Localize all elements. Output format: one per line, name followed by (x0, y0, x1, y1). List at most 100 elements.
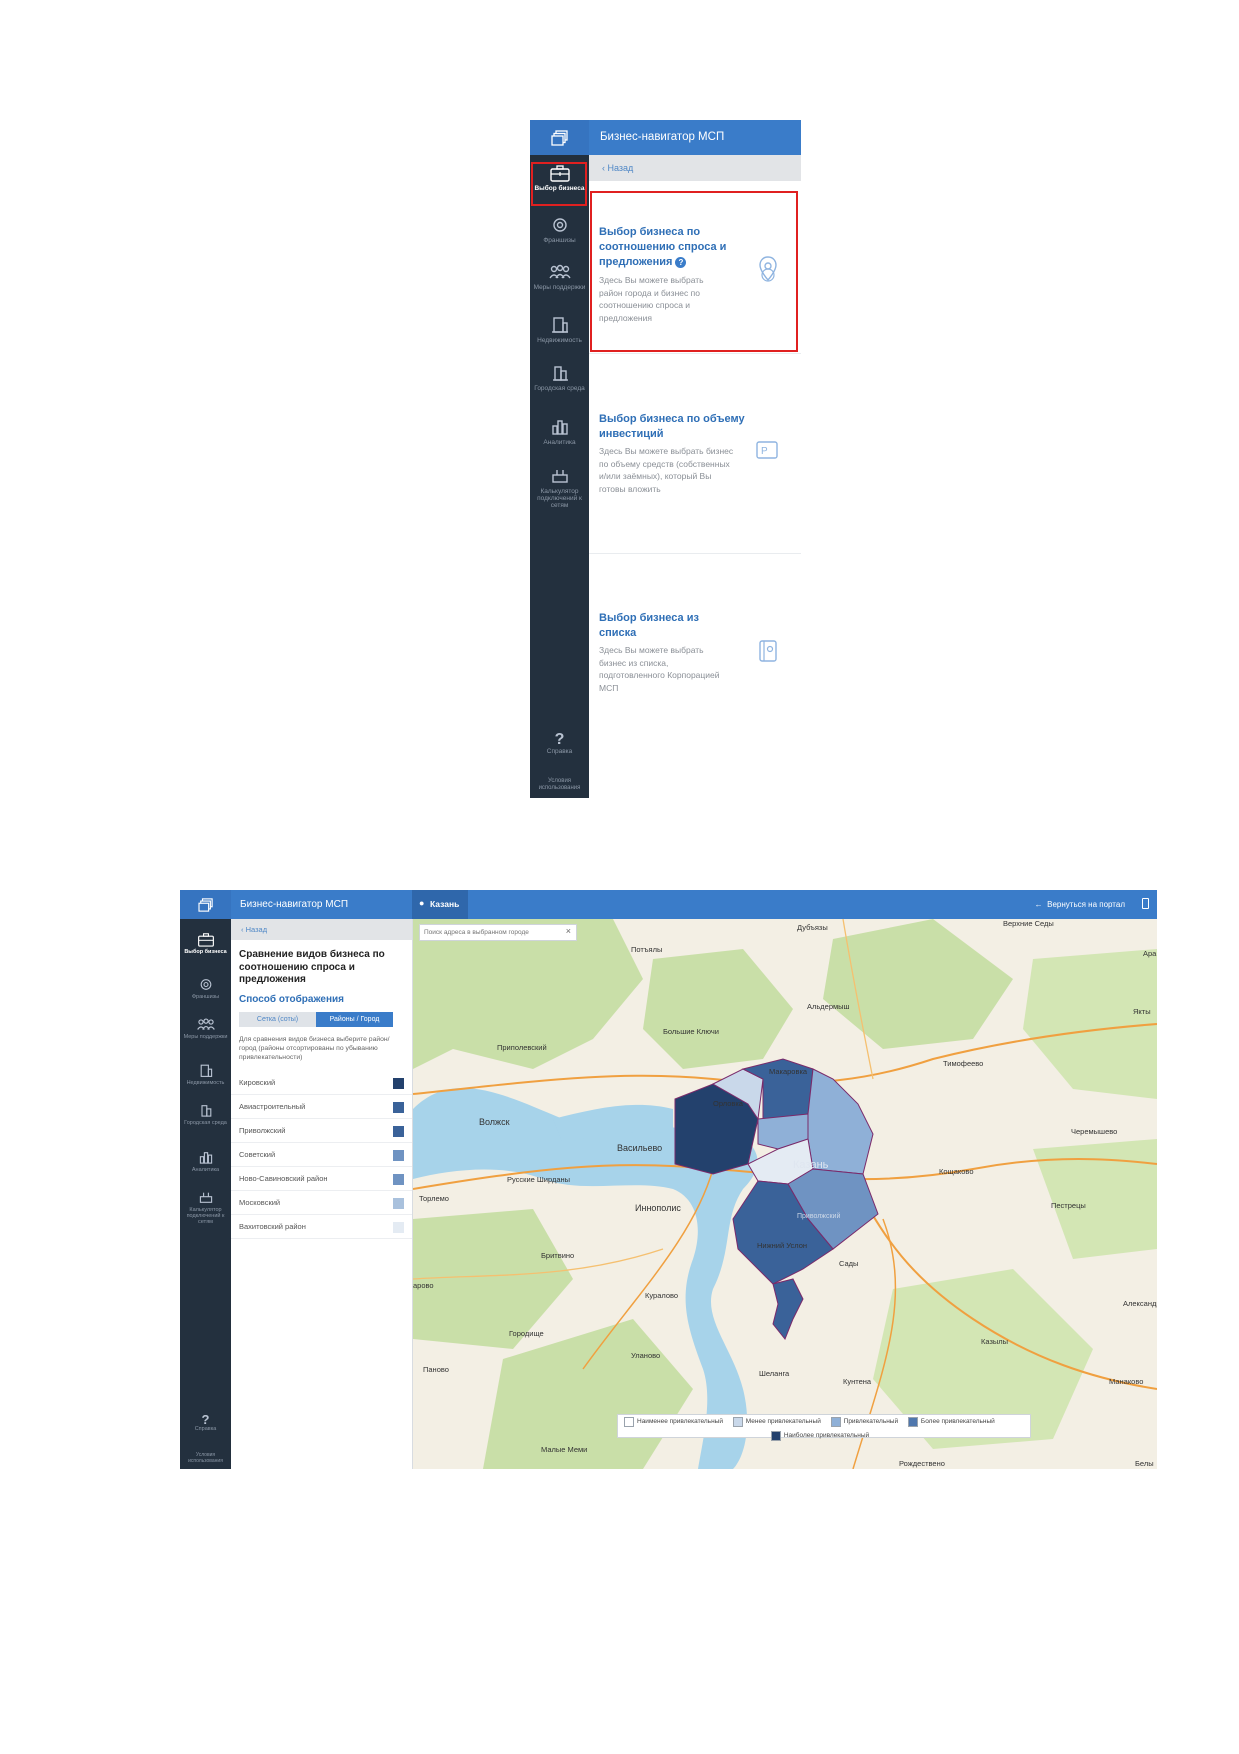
nav-item-terms[interactable]: Условия использования (180, 1452, 231, 1464)
building-icon (200, 1064, 212, 1077)
address-search-input[interactable] (424, 926, 559, 939)
question-mark-icon: ? (554, 731, 565, 748)
district-swatch (393, 1102, 404, 1113)
district-list: Кировский Авиастроительный Приволжский С… (231, 1071, 412, 1247)
legend-label: Наименее привлекательный (637, 1418, 723, 1425)
app-logo[interactable] (530, 120, 589, 155)
district-row[interactable]: Советский (231, 1143, 412, 1167)
app-logo[interactable] (180, 890, 231, 919)
card-investment-volume[interactable]: Выбор бизнеса по объему инвестиций Здесь… (589, 354, 801, 554)
people-icon (196, 1018, 215, 1030)
nav-item-help[interactable]: ? Справка (530, 731, 589, 756)
map-label: Сады (839, 1259, 859, 1268)
return-to-portal-link[interactable]: ← Вернуться на портал (1035, 890, 1125, 919)
district-row[interactable]: Кировский (231, 1071, 412, 1095)
card-description: Здесь Вы можете выбрать бизнес из списка… (599, 645, 720, 693)
district-row[interactable]: Вахитовский район (231, 1215, 412, 1239)
district-name: Кировский (239, 1078, 276, 1087)
city-icon (200, 1105, 211, 1117)
legend-item: Менее привлекательный (732, 1417, 821, 1427)
toggle-grid-button[interactable]: Сетка (соты) (239, 1012, 316, 1027)
district-row[interactable]: Московский (231, 1191, 412, 1215)
card-highlight-box (590, 191, 798, 352)
nav-label: Франшизы (191, 994, 220, 1000)
address-search-box: × (419, 924, 577, 941)
nav-item-support[interactable]: Меры поддержки (530, 263, 589, 291)
city-selector[interactable]: ● Казань (412, 890, 468, 919)
layers-logo-icon (550, 129, 568, 146)
toggle-districts-button[interactable]: Районы / Город (316, 1012, 393, 1027)
map-label: Дубъязы (797, 923, 828, 932)
screenshot-business-selection: Бизнес-навигатор МСП ‹ Назад Выбор бизне… (530, 120, 801, 798)
map-label: Орловка (713, 1099, 743, 1108)
map-label: Иннополис (635, 1203, 681, 1213)
map-canvas[interactable]: Дубъязы Верхние Седы Ара Якты Потъялы Ал… (413, 919, 1157, 1469)
map-label: Манаково (1109, 1377, 1144, 1386)
map-label: Ара (1143, 949, 1157, 958)
map-label: Уланово (631, 1351, 661, 1360)
nav-item-analytics[interactable]: Аналитика (180, 1150, 231, 1173)
clear-icon[interactable]: × (566, 926, 571, 936)
bar-chart-icon (551, 420, 568, 435)
map-label: Альдермыш (807, 1002, 850, 1011)
city-name: Казань (430, 899, 460, 909)
card-from-list[interactable]: Выбор бизнеса из списка Здесь Вы можете … (589, 554, 801, 798)
back-link[interactable]: ‹ Назад (589, 155, 801, 181)
legend-item: Привлекательный (830, 1417, 898, 1427)
map-label: Рождествено (899, 1459, 945, 1468)
nav-item-terms[interactable]: Условия использования (530, 778, 589, 792)
layers-logo-icon (197, 897, 213, 912)
district-name: Вахитовский район (239, 1222, 306, 1231)
map-label: Якты (1133, 1007, 1151, 1016)
nav-item-help[interactable]: ? Справка (180, 1413, 231, 1432)
notebook-icon (759, 640, 777, 662)
nav-label: Франшизы (543, 237, 576, 244)
nav-item-grid-calculator[interactable]: Калькулятор подключений к сетям (530, 467, 589, 509)
nav-label: Калькулятор подключений к сетям (186, 1207, 225, 1225)
nav-item-franchises[interactable]: Франшизы (180, 977, 231, 1000)
district-row[interactable]: Авиастроительный (231, 1095, 412, 1119)
nav-item-support[interactable]: Меры поддержки (180, 1017, 231, 1040)
district-row[interactable]: Ново-Савиновский район (231, 1167, 412, 1191)
nav-item-franchises[interactable]: Франшизы (530, 216, 589, 244)
card-title: Выбор бизнеса по объему инвестиций (599, 413, 745, 440)
legend-label: Более привлекательный (920, 1418, 995, 1425)
nav-item-grid-calculator[interactable]: Калькулятор подключений к сетям (180, 1190, 231, 1225)
wallet-icon: P (756, 441, 778, 459)
map-label: Кощаково (939, 1167, 974, 1176)
map-label: Шеланга (759, 1369, 790, 1378)
nav-label: Калькулятор подключений к сетям (537, 488, 582, 509)
mobile-icon[interactable] (1142, 898, 1149, 909)
nav-item-analytics[interactable]: Аналитика (530, 418, 589, 446)
legend-swatch (732, 1417, 743, 1427)
map-label: Верхние Седы (1003, 919, 1054, 928)
nav-item-business-choice[interactable]: Выбор бизнеса (180, 932, 231, 955)
district-name: Советский (239, 1150, 276, 1159)
legend-swatch (624, 1417, 634, 1427)
map-label: Александр (1123, 1299, 1157, 1308)
map-label: Малые Меми (541, 1445, 588, 1454)
district-name: Ново-Савиновский район (239, 1174, 328, 1183)
map-legend: Наименее привлекательный Менее привлекат… (617, 1414, 1031, 1441)
district-swatch (393, 1222, 404, 1233)
back-link[interactable]: ‹ Назад (231, 919, 412, 940)
bar-chart-icon (199, 1152, 212, 1164)
map-label: Русские Ширданы (507, 1175, 571, 1184)
svg-text:P: P (761, 446, 768, 457)
district-swatch (393, 1150, 404, 1161)
nav-item-city-environment[interactable]: Городская среда (180, 1103, 231, 1126)
card-description: Здесь Вы можете выбрать бизнес по объему… (599, 446, 734, 494)
arrow-left-icon: ← (1034, 900, 1043, 909)
card-title: Выбор бизнеса из списка (599, 612, 699, 639)
legend-item: Более привлекательный (907, 1417, 995, 1427)
district-row[interactable]: Приволжский (231, 1119, 412, 1143)
nav-label: Аналитика (543, 439, 576, 446)
nav-item-real-estate[interactable]: Недвижимость (180, 1062, 231, 1086)
app-title: Бизнес-навигатор МСП (589, 120, 801, 155)
district-swatch (393, 1078, 404, 1089)
nav-item-real-estate[interactable]: Недвижимость (530, 314, 589, 344)
nav-item-city-environment[interactable]: Городская среда (530, 364, 589, 392)
map-label: Городище (509, 1329, 544, 1338)
map-label: Нижний Услон (757, 1241, 808, 1250)
gear-icon (552, 218, 567, 232)
